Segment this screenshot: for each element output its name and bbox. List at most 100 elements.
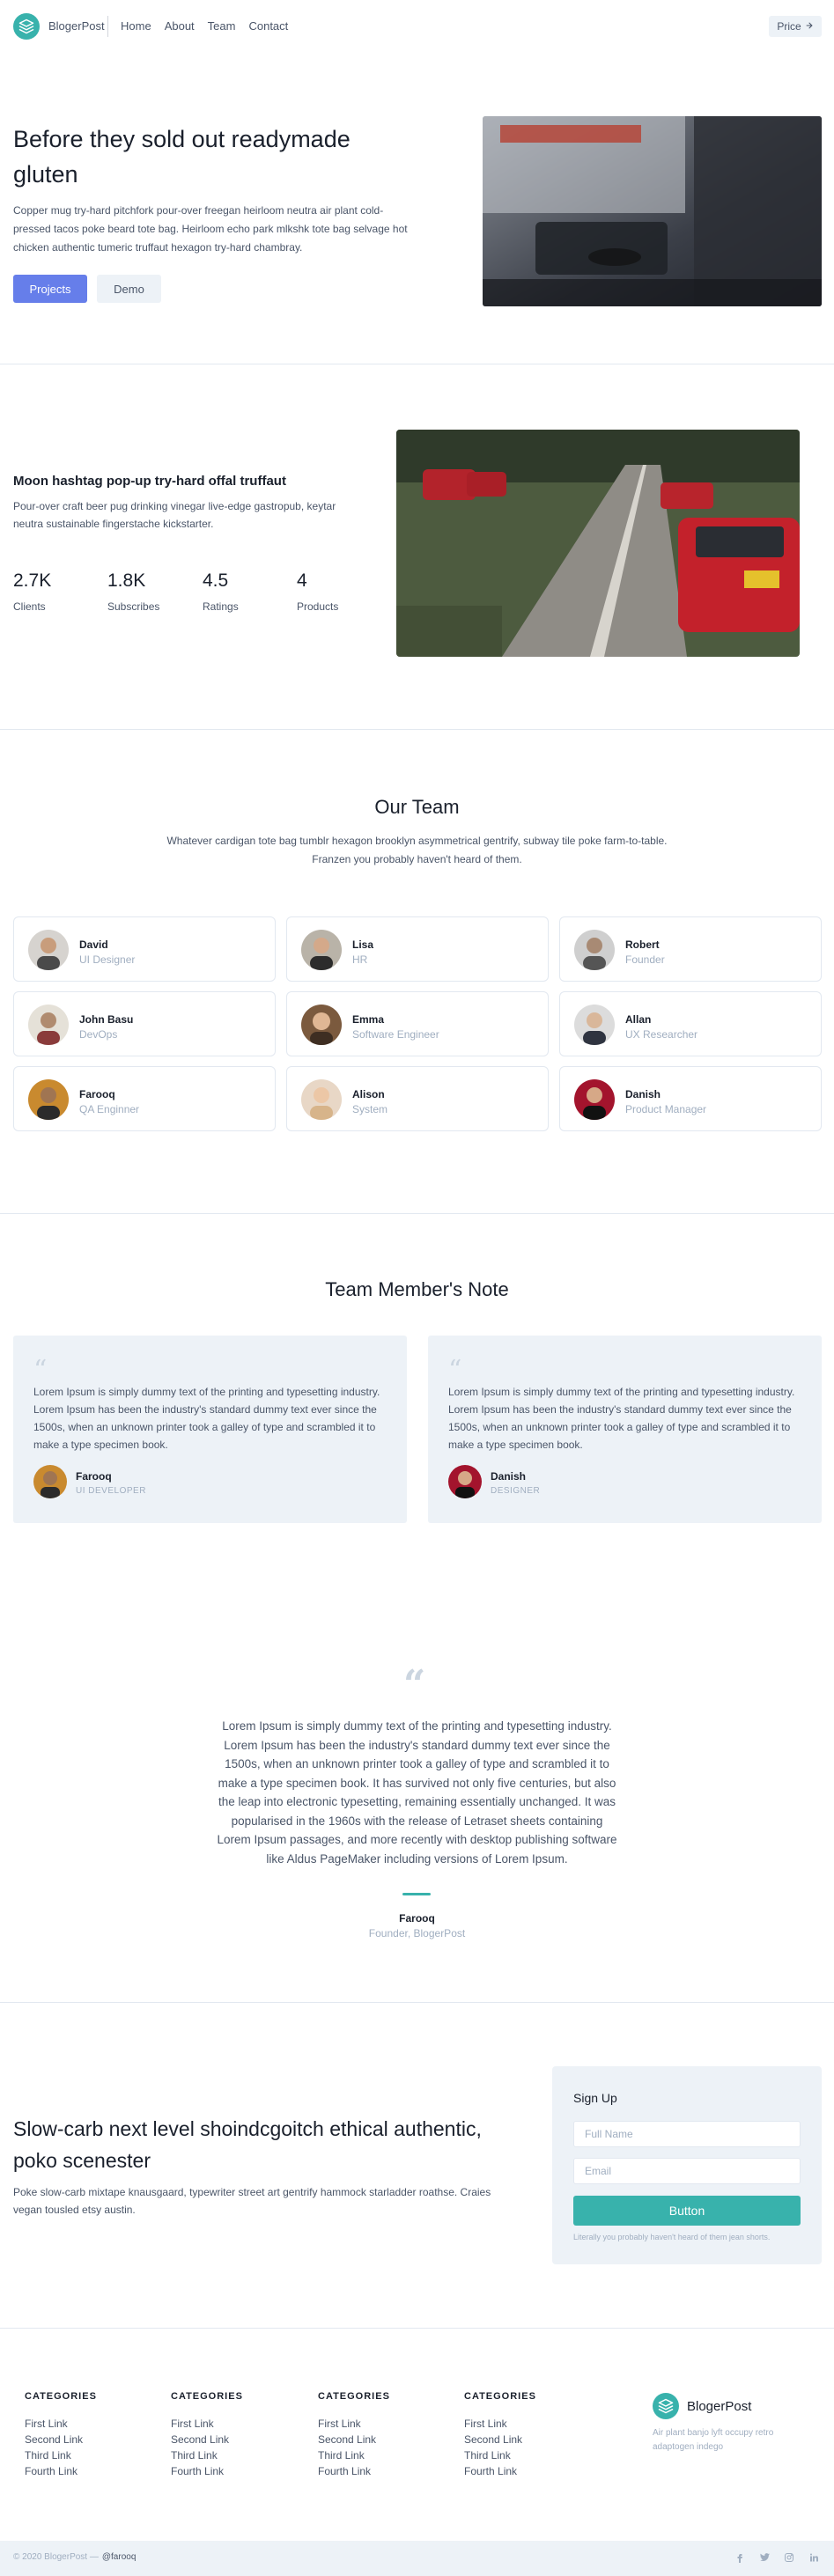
member-role: DevOps bbox=[79, 1028, 118, 1041]
logo-icon[interactable] bbox=[13, 13, 40, 40]
avatar bbox=[448, 1465, 482, 1498]
footer-link[interactable]: Second Link bbox=[171, 2432, 303, 2447]
stat-label: Ratings bbox=[203, 600, 239, 613]
twitter-handle-link[interactable]: @farooq bbox=[102, 2552, 137, 2562]
member-role: HR bbox=[352, 953, 368, 966]
signup-button[interactable]: Button bbox=[573, 2196, 801, 2226]
member-role: QA Enginner bbox=[79, 1103, 140, 1115]
notes-title: Team Member's Note bbox=[325, 1278, 509, 1300]
nav-link-contact[interactable]: Contact bbox=[248, 19, 288, 33]
footer-heading: CATEGORIES bbox=[318, 2391, 390, 2402]
footer-link[interactable]: Fourth Link bbox=[464, 2463, 596, 2479]
team-member-card[interactable]: Farooq QA Enginner bbox=[13, 1066, 276, 1131]
member-role: Software Engineer bbox=[352, 1028, 439, 1041]
nav-link-about[interactable]: About bbox=[165, 19, 195, 33]
footer-link[interactable]: First Link bbox=[318, 2416, 450, 2432]
avatar bbox=[28, 1005, 69, 1045]
footer-link[interactable]: Third Link bbox=[318, 2447, 450, 2463]
note-card: “ Lorem Ipsum is simply dummy text of th… bbox=[428, 1336, 822, 1523]
team-member-card[interactable]: Robert Founder bbox=[559, 916, 822, 982]
full-name-input[interactable] bbox=[573, 2121, 801, 2147]
stat-label: Subscribes bbox=[107, 600, 160, 613]
footer-link[interactable]: Third Link bbox=[25, 2447, 157, 2463]
footer-link[interactable]: Second Link bbox=[318, 2432, 450, 2447]
footer-link[interactable]: Fourth Link bbox=[171, 2463, 303, 2479]
quote-icon: “ bbox=[33, 1355, 48, 1386]
note-card: “ Lorem Ipsum is simply dummy text of th… bbox=[13, 1336, 407, 1523]
stat-value: 4.5 bbox=[203, 570, 229, 591]
stat-products: 4 Products bbox=[297, 570, 385, 613]
avatar bbox=[301, 930, 342, 970]
note-author-name: Danish bbox=[491, 1470, 527, 1483]
stat-label: Clients bbox=[13, 600, 46, 613]
team-member-card[interactable]: Danish Product Manager bbox=[559, 1066, 822, 1131]
avatar bbox=[28, 1079, 69, 1120]
footer-link[interactable]: Third Link bbox=[171, 2447, 303, 2463]
price-button[interactable]: Price bbox=[769, 16, 822, 37]
stat-value: 4 bbox=[297, 570, 307, 591]
footer-link[interactable]: Second Link bbox=[25, 2432, 157, 2447]
stat-subscribes: 1.8K Subscribes bbox=[107, 570, 196, 613]
footer-column: CATEGORIES First Link Second Link Third … bbox=[318, 2391, 450, 2479]
facebook-icon[interactable] bbox=[733, 2550, 747, 2565]
nav-links: Home About Team Contact bbox=[121, 19, 288, 33]
footer-brand[interactable]: BlogerPost bbox=[687, 2399, 751, 2414]
testimonial-text: Lorem Ipsum is simply dummy text of the … bbox=[217, 1719, 617, 1866]
footer-link[interactable]: Third Link bbox=[464, 2447, 596, 2463]
footer-link[interactable]: First Link bbox=[171, 2416, 303, 2432]
footer-link[interactable]: Second Link bbox=[464, 2432, 596, 2447]
team-member-card[interactable]: Emma Software Engineer bbox=[286, 991, 549, 1056]
footer-heading: CATEGORIES bbox=[171, 2391, 243, 2402]
member-name: Robert bbox=[625, 938, 660, 951]
linkedin-icon[interactable] bbox=[807, 2550, 821, 2565]
note-author-name: Farooq bbox=[76, 1470, 112, 1483]
footer-heading: CATEGORIES bbox=[464, 2391, 536, 2402]
hero-image bbox=[483, 116, 822, 306]
avatar bbox=[301, 1005, 342, 1045]
signup-form: Sign Up Button Literally you probably ha… bbox=[552, 2066, 822, 2264]
logo-icon[interactable] bbox=[653, 2393, 679, 2419]
team-member-card[interactable]: John Basu DevOps bbox=[13, 991, 276, 1056]
footer-brand-text: Air plant banjo lyft occupy retro adapto… bbox=[653, 2428, 774, 2452]
quote-icon: “ bbox=[403, 1662, 426, 1707]
member-name: Emma bbox=[352, 1013, 385, 1026]
twitter-icon[interactable] bbox=[757, 2550, 771, 2565]
instagram-icon[interactable] bbox=[782, 2550, 796, 2565]
nav-link-home[interactable]: Home bbox=[121, 19, 151, 33]
copyright-text: © 2020 BlogerPost — bbox=[13, 2552, 99, 2562]
team-text: Whatever cardigan tote bag tumblr hexago… bbox=[166, 835, 668, 865]
team-member-card[interactable]: Alison System bbox=[286, 1066, 549, 1131]
member-name: Farooq bbox=[79, 1088, 115, 1100]
team-member-card[interactable]: Allan UX Researcher bbox=[559, 991, 822, 1056]
email-input[interactable] bbox=[573, 2158, 801, 2184]
footer-column: CATEGORIES First Link Second Link Third … bbox=[25, 2391, 157, 2479]
quote-icon: “ bbox=[448, 1355, 462, 1386]
footer-link[interactable]: Fourth Link bbox=[318, 2463, 450, 2479]
footer-link[interactable]: First Link bbox=[25, 2416, 157, 2432]
projects-button[interactable]: Projects bbox=[13, 275, 87, 303]
team-member-card[interactable]: David UI Designer bbox=[13, 916, 276, 982]
avatar bbox=[33, 1465, 67, 1498]
member-role: System bbox=[352, 1103, 388, 1115]
testimonial-role: Founder, BlogerPost bbox=[368, 1927, 466, 1939]
member-name: David bbox=[79, 938, 108, 951]
team-title: Our Team bbox=[374, 796, 460, 818]
nav-link-team[interactable]: Team bbox=[208, 19, 236, 33]
team-member-card[interactable]: Lisa HR bbox=[286, 916, 549, 982]
footer-column: CATEGORIES First Link Second Link Third … bbox=[171, 2391, 303, 2479]
section-divider bbox=[0, 1213, 834, 1214]
stat-ratings: 4.5 Ratings bbox=[203, 570, 291, 613]
cta-text: Poke slow-carb mixtape knausgaard, typew… bbox=[13, 2186, 491, 2216]
navbar: BlogerPost Home About Team Contact Price bbox=[0, 0, 834, 53]
member-name: John Basu bbox=[79, 1013, 134, 1026]
stat-clients: 2.7K Clients bbox=[13, 570, 101, 613]
avatar bbox=[28, 930, 69, 970]
brand-name[interactable]: BlogerPost bbox=[48, 19, 105, 33]
footer-link[interactable]: Fourth Link bbox=[25, 2463, 157, 2479]
signup-note: Literally you probably haven't heard of … bbox=[573, 2233, 771, 2241]
footer-link[interactable]: First Link bbox=[464, 2416, 596, 2432]
demo-button[interactable]: Demo bbox=[97, 275, 161, 303]
copyright: © 2020 BlogerPost — @farooq bbox=[13, 2552, 136, 2562]
stats-title: Moon hashtag pop-up try-hard offal truff… bbox=[13, 474, 286, 489]
footer-bar: © 2020 BlogerPost — @farooq bbox=[0, 2541, 834, 2576]
